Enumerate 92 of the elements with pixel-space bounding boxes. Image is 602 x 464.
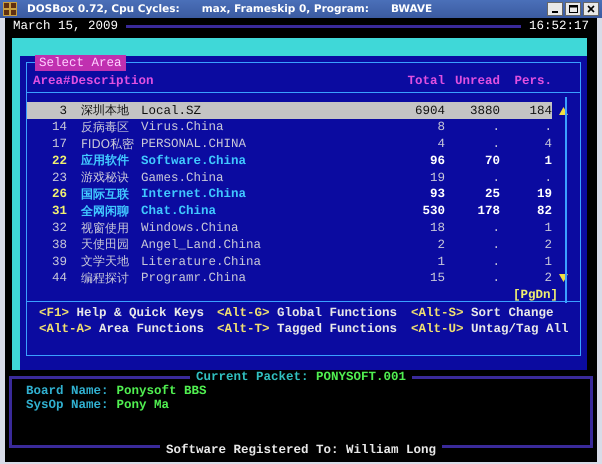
- area-name[interactable]: Software.China: [141, 154, 385, 168]
- area-name[interactable]: Local.SZ: [141, 104, 385, 118]
- area-number[interactable]: 38: [33, 238, 67, 252]
- area-name[interactable]: Games.China: [141, 170, 385, 185]
- info-line: SysOp Name: Pony Ma: [26, 398, 170, 412]
- window-title: DOSBox 0.72, Cpu Cycles:: [27, 3, 180, 15]
- personal-count: 2: [543, 238, 552, 252]
- app-icon: [3, 2, 17, 16]
- total-count: 8: [436, 120, 445, 134]
- info-line: Board Name: Ponysoft BBS: [26, 384, 208, 398]
- area-name[interactable]: Angel_Land.China: [141, 238, 385, 252]
- area-chinese-name[interactable]: 编程探讨: [67, 270, 141, 287]
- total-count: 2: [436, 238, 445, 252]
- area-name[interactable]: Literature.China: [141, 254, 385, 269]
- close-icon: [587, 5, 595, 13]
- area-chinese-name[interactable]: 应用软件: [67, 152, 141, 170]
- personal-count: .: [543, 120, 552, 134]
- total-count: 4: [436, 137, 445, 152]
- minimize-button[interactable]: [547, 2, 563, 16]
- area-chinese-name[interactable]: 文学天地: [67, 253, 141, 270]
- personal-count: 1: [543, 254, 552, 269]
- column-header: Total: [406, 74, 445, 88]
- total-count: 18: [428, 221, 445, 236]
- total-count: 19: [428, 170, 445, 185]
- shortcut-hint: <F1> Help & Quick Keys: [39, 306, 206, 320]
- area-name[interactable]: Internet.China: [141, 187, 385, 202]
- unread-count: 70: [484, 154, 500, 168]
- area-number[interactable]: 3: [33, 104, 67, 118]
- column-header: Description: [70, 74, 155, 88]
- area-number[interactable]: 14: [33, 120, 67, 134]
- personal-count: 184: [528, 104, 552, 118]
- area-chinese-name[interactable]: 反病毒区: [67, 118, 141, 136]
- area-name[interactable]: Windows.China: [141, 221, 385, 236]
- area-number[interactable]: 32: [33, 221, 67, 236]
- personal-count: 19: [536, 187, 552, 202]
- registration-text: Software Registered To: William Long: [160, 443, 442, 457]
- area-number[interactable]: 31: [33, 204, 67, 218]
- area-number[interactable]: 23: [33, 170, 67, 185]
- unread-count: .: [491, 254, 500, 269]
- area-chinese-name[interactable]: 全网闲聊: [67, 202, 141, 220]
- total-count: 93: [428, 187, 445, 202]
- unread-count: 25: [484, 187, 500, 202]
- total-count: 15: [428, 271, 445, 286]
- personal-count: 2: [543, 271, 552, 286]
- unread-count: .: [491, 238, 500, 252]
- area-chinese-name[interactable]: 深圳本地: [67, 102, 141, 119]
- maximize-button[interactable]: [565, 2, 581, 16]
- area-name[interactable]: Programr.China: [141, 271, 385, 286]
- shortcut-hint: <Alt-G> Global Functions: [217, 306, 398, 320]
- window-title: max, Frameskip 0, Program:: [202, 3, 369, 15]
- close-button[interactable]: [583, 2, 599, 16]
- unread-count: .: [491, 120, 500, 134]
- page-down-hint: [PgDn]: [512, 288, 558, 301]
- total-count: 96: [428, 154, 445, 168]
- area-number[interactable]: 39: [33, 254, 67, 269]
- personal-count: .: [543, 170, 552, 185]
- area-number[interactable]: 26: [33, 187, 67, 202]
- personal-count: 1: [543, 154, 552, 168]
- personal-count: 1: [543, 221, 552, 236]
- column-header: Pers.: [513, 74, 552, 88]
- maximize-icon: [568, 5, 578, 13]
- shortcut-hint: <Alt-A> Area Functions: [39, 322, 206, 336]
- area-name[interactable]: Chat.China: [141, 204, 385, 218]
- area-chinese-name[interactable]: 天使田园: [67, 236, 141, 254]
- window-title: BWAVE: [390, 3, 432, 15]
- unread-count: .: [491, 271, 500, 286]
- shortcut-hint: <Alt-S> Sort Change: [411, 306, 555, 320]
- total-count: 530: [421, 204, 445, 218]
- total-count: 1: [436, 254, 445, 269]
- area-number[interactable]: 22: [33, 154, 67, 168]
- area-number[interactable]: 17: [33, 137, 67, 152]
- clock-text: 16:52:17: [528, 19, 589, 33]
- unread-count: .: [491, 170, 500, 185]
- date-text: March 15, 2009: [13, 19, 118, 33]
- area-chinese-name[interactable]: FIDO私密: [67, 136, 141, 153]
- area-number[interactable]: 44: [33, 271, 67, 286]
- unread-count: 3880: [468, 104, 500, 118]
- area-name[interactable]: PERSONAL.CHINA: [141, 137, 385, 152]
- personal-count: 82: [536, 204, 552, 218]
- area-name[interactable]: Virus.China: [141, 120, 385, 134]
- shortcut-hint: <Alt-T> Tagged Functions: [217, 322, 398, 336]
- personal-count: 4: [543, 137, 552, 152]
- unread-count: .: [491, 137, 500, 152]
- unread-count: 178: [476, 204, 500, 218]
- panel-title: Select Area: [35, 55, 126, 71]
- area-chinese-name[interactable]: 国际互联: [67, 186, 141, 203]
- total-count: 6904: [414, 104, 445, 118]
- unread-count: .: [491, 221, 500, 236]
- area-chinese-name[interactable]: 游戏秘诀: [67, 169, 141, 186]
- area-chinese-name[interactable]: 视窗使用: [67, 220, 141, 237]
- shortcut-hint: <Alt-U> Untag/Tag All: [411, 322, 570, 336]
- column-header: Unread: [454, 74, 500, 88]
